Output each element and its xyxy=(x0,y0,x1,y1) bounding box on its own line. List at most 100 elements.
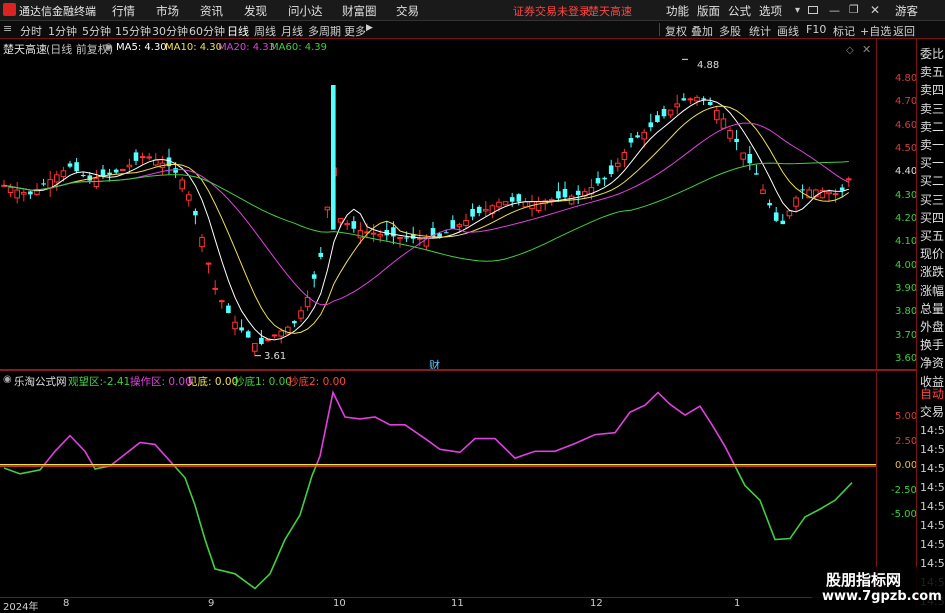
watch-zone-line xyxy=(734,465,853,541)
date-label: 12 xyxy=(590,598,603,609)
tick-time: 14:56 xyxy=(920,538,945,551)
auto-label[interactable]: 自动 xyxy=(920,385,944,402)
operate-zone-label: 操作区 xyxy=(130,376,162,388)
candle-body xyxy=(93,178,100,188)
menu-item-market[interactable]: 市场 xyxy=(156,3,179,19)
buy-low-2-label: 抄底2 xyxy=(288,376,316,388)
bottom-signal-label: 见底 xyxy=(187,376,208,388)
side-quote-item: 换手 xyxy=(920,338,945,353)
period-tab-5min[interactable]: 5分钟 xyxy=(82,23,111,39)
period-tab-60min[interactable]: 60分钟 xyxy=(189,23,225,39)
candle-body xyxy=(720,118,727,129)
tick-time: 14:56 xyxy=(920,443,945,456)
tool-draw-line[interactable]: 画线 xyxy=(777,23,799,39)
ma5-value: 4.30 xyxy=(144,42,167,53)
pane-divider[interactable] xyxy=(0,369,916,371)
menu-item-formula[interactable]: 公式 xyxy=(728,3,751,19)
tool-f10[interactable]: F10 xyxy=(806,23,826,36)
tool-mark[interactable]: 标记 xyxy=(833,23,855,39)
login-notice[interactable]: 证券交易未登录 xyxy=(513,3,590,19)
operate-zone-line xyxy=(42,434,95,467)
period-tab-more[interactable]: 更多 xyxy=(344,23,366,39)
candle-body xyxy=(437,233,442,237)
tool-statistics[interactable]: 统计 xyxy=(749,23,771,39)
toolbar-menu-icon[interactable]: ≡ xyxy=(3,22,12,35)
minimize-icon[interactable]: — xyxy=(829,4,840,17)
app-title: 通达信金融终端 xyxy=(19,5,96,18)
indicator-settings-icon[interactable]: ◉ xyxy=(3,374,12,385)
menu-item-function[interactable]: 功能 xyxy=(666,3,689,19)
candle-body xyxy=(516,194,522,202)
period-tab-weekly[interactable]: 周线 xyxy=(254,23,276,39)
menu-item-quotes[interactable]: 行情 xyxy=(112,3,135,19)
price-tick: 4.70 xyxy=(895,96,918,107)
menu-item-ask[interactable]: 问小达 xyxy=(288,3,323,19)
user-label[interactable]: 游客 xyxy=(895,3,918,19)
period-tab-30min[interactable]: 30分钟 xyxy=(152,23,188,39)
ma5-label: MA5: 4.30 xyxy=(116,42,167,53)
candle-body xyxy=(509,197,515,202)
menu-item-wealth[interactable]: 财富圈 xyxy=(342,3,377,19)
candle-body xyxy=(245,331,251,338)
candle-body xyxy=(60,170,67,178)
menu-item-options[interactable]: 选项 xyxy=(759,3,782,19)
ma-line xyxy=(3,122,850,306)
period-tab-multi[interactable]: 多周期 xyxy=(308,23,341,39)
period-tab-monthly[interactable]: 月线 xyxy=(281,23,303,39)
more-chevron-icon[interactable]: ▶ xyxy=(366,23,373,33)
candle-body xyxy=(212,287,218,290)
quote-side-panel: 委比 卖五 卖四 卖三 卖二 卖一 买一 买二 买三 买四 买五 现价 涨跌 涨幅 总量 外盘 换手 净资 收益 自动… xyxy=(916,39,945,609)
period-tab-fenshi[interactable]: 分时 xyxy=(20,23,42,39)
pane-close-icon[interactable]: ✕ xyxy=(862,43,871,56)
tool-add-watchlist[interactable]: +自选 xyxy=(860,23,891,39)
candle-body xyxy=(126,164,133,168)
tool-multi-stock[interactable]: 多股 xyxy=(719,23,741,39)
ma20-label: MA20: 4.33 xyxy=(218,42,276,53)
candle-body xyxy=(133,152,139,161)
fullscreen-icon[interactable] xyxy=(808,6,818,14)
candle-body xyxy=(760,189,766,195)
menu-item-discover[interactable]: 发现 xyxy=(244,3,267,19)
menu-item-trade[interactable]: 交易 xyxy=(396,3,419,19)
period-tab-daily[interactable]: 日线 xyxy=(227,23,249,39)
candle-body xyxy=(226,305,231,314)
price-tick: 4.00 xyxy=(895,260,918,271)
trade-label[interactable]: 交易 xyxy=(920,403,944,420)
candle-body xyxy=(800,189,805,191)
tool-overlay[interactable]: 叠加 xyxy=(691,23,713,39)
candle-body xyxy=(14,189,20,199)
menu-collapse-icon[interactable]: ▾ xyxy=(795,5,800,16)
high-price-label: 4.88 xyxy=(697,60,720,71)
price-tick: 4.60 xyxy=(895,120,918,131)
candle-body xyxy=(476,206,482,213)
menu-item-layout[interactable]: 版面 xyxy=(697,3,720,19)
candle-body xyxy=(443,232,449,234)
kline-chart[interactable] xyxy=(0,39,876,369)
candle-body xyxy=(80,175,86,177)
watch-zone-line xyxy=(173,465,317,590)
candle-body xyxy=(786,210,793,217)
menu-item-news[interactable]: 资讯 xyxy=(200,3,223,19)
period-tab-15min[interactable]: 15分钟 xyxy=(115,23,151,39)
candle-body xyxy=(628,138,634,143)
pane-collapse-icon[interactable]: ◇ xyxy=(846,45,854,56)
date-label: 8 xyxy=(63,598,70,609)
ma-settings-icon[interactable]: ◉ xyxy=(104,42,113,53)
candle-body xyxy=(404,237,409,239)
candle-body xyxy=(377,233,383,237)
close-icon[interactable]: ✕ xyxy=(870,3,880,17)
period-tab-1min[interactable]: 1分钟 xyxy=(48,23,77,39)
tool-restore-rights[interactable]: 复权 xyxy=(665,23,687,39)
candle-body xyxy=(767,202,772,206)
side-quote-item: 卖一 xyxy=(920,138,945,152)
watermark-line2: www.7gpzb.com xyxy=(822,589,942,604)
tool-back[interactable]: 返回 xyxy=(893,23,915,39)
indicator-name[interactable]: 乐淘公式网 xyxy=(14,374,67,389)
kline-chart-pane[interactable]: 楚天高速 (日线 前复权) ◉ MA5: 4.30 MA10: 4.30 MA2… xyxy=(0,39,876,372)
indicator-chart[interactable] xyxy=(0,372,876,597)
candle-body xyxy=(701,98,706,100)
indicator-pane[interactable]: ◉ 乐淘公式网 观望区:-2.41 操作区: 0.00 见底: 0.00 抄底1… xyxy=(0,372,876,597)
side-quote-item: 卖三 xyxy=(920,101,945,116)
indicator-bottom-signal: 见底: 0.00 xyxy=(187,376,239,388)
restore-icon[interactable]: ❐ xyxy=(849,3,859,16)
